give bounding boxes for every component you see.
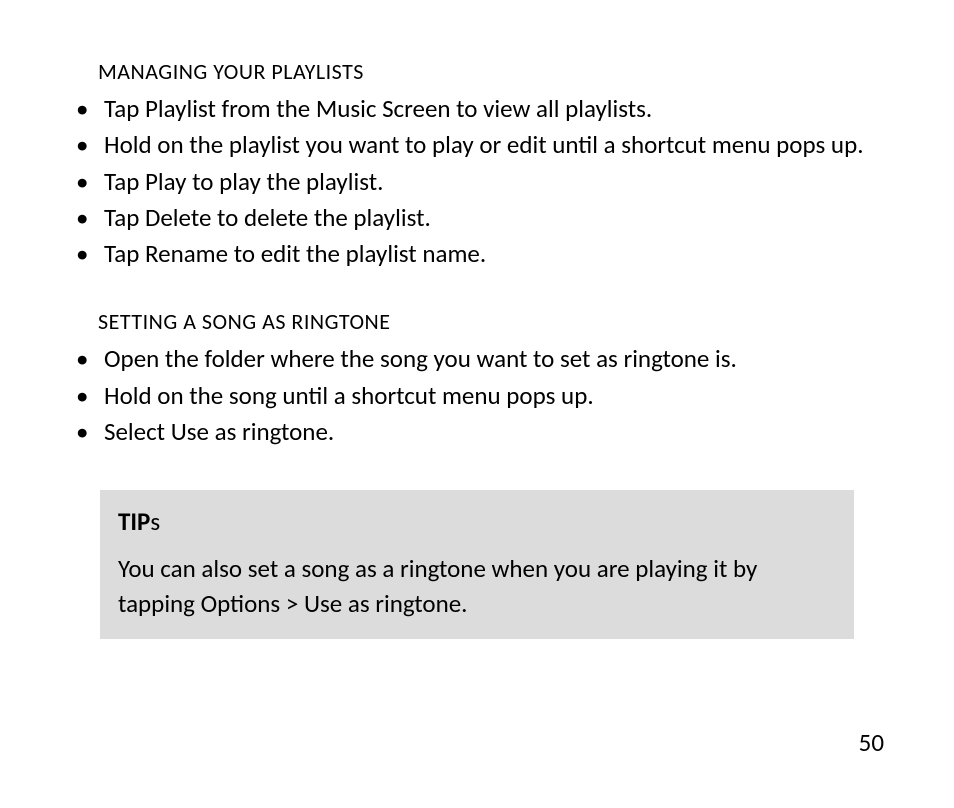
page-number: 50 <box>859 727 884 758</box>
list-item: Hold on the playlist you want to play or… <box>70 127 884 163</box>
list-item: Tap Delete to delete the playlist. <box>70 200 884 236</box>
list-item: Tap Play to play the playlist. <box>70 164 884 200</box>
tip-title-bold: TIP <box>118 506 150 537</box>
bullet-list: Tap Playlist from the Music Screen to vi… <box>70 91 884 272</box>
list-item: Open the folder where the song you want … <box>70 341 884 377</box>
tip-body: You can also set a song as a ringtone wh… <box>118 551 836 621</box>
document-page: MANAGING YOUR PLAYLISTS Tap Playlist fro… <box>0 0 954 808</box>
list-item: Select Use as ringtone. <box>70 414 884 450</box>
section-heading: SETTING A SONG AS RINGTONE <box>98 308 884 335</box>
tip-box: TIPs You can also set a song as a ringto… <box>100 490 854 639</box>
section-heading: MANAGING YOUR PLAYLISTS <box>98 58 884 85</box>
tip-title: TIPs <box>118 506 836 537</box>
list-item: Hold on the song until a shortcut menu p… <box>70 378 884 414</box>
tip-title-rest: s <box>150 506 160 537</box>
bullet-list: Open the folder where the song you want … <box>70 341 884 450</box>
list-item: Tap Playlist from the Music Screen to vi… <box>70 91 884 127</box>
list-item: Tap Rename to edit the playlist name. <box>70 236 884 272</box>
